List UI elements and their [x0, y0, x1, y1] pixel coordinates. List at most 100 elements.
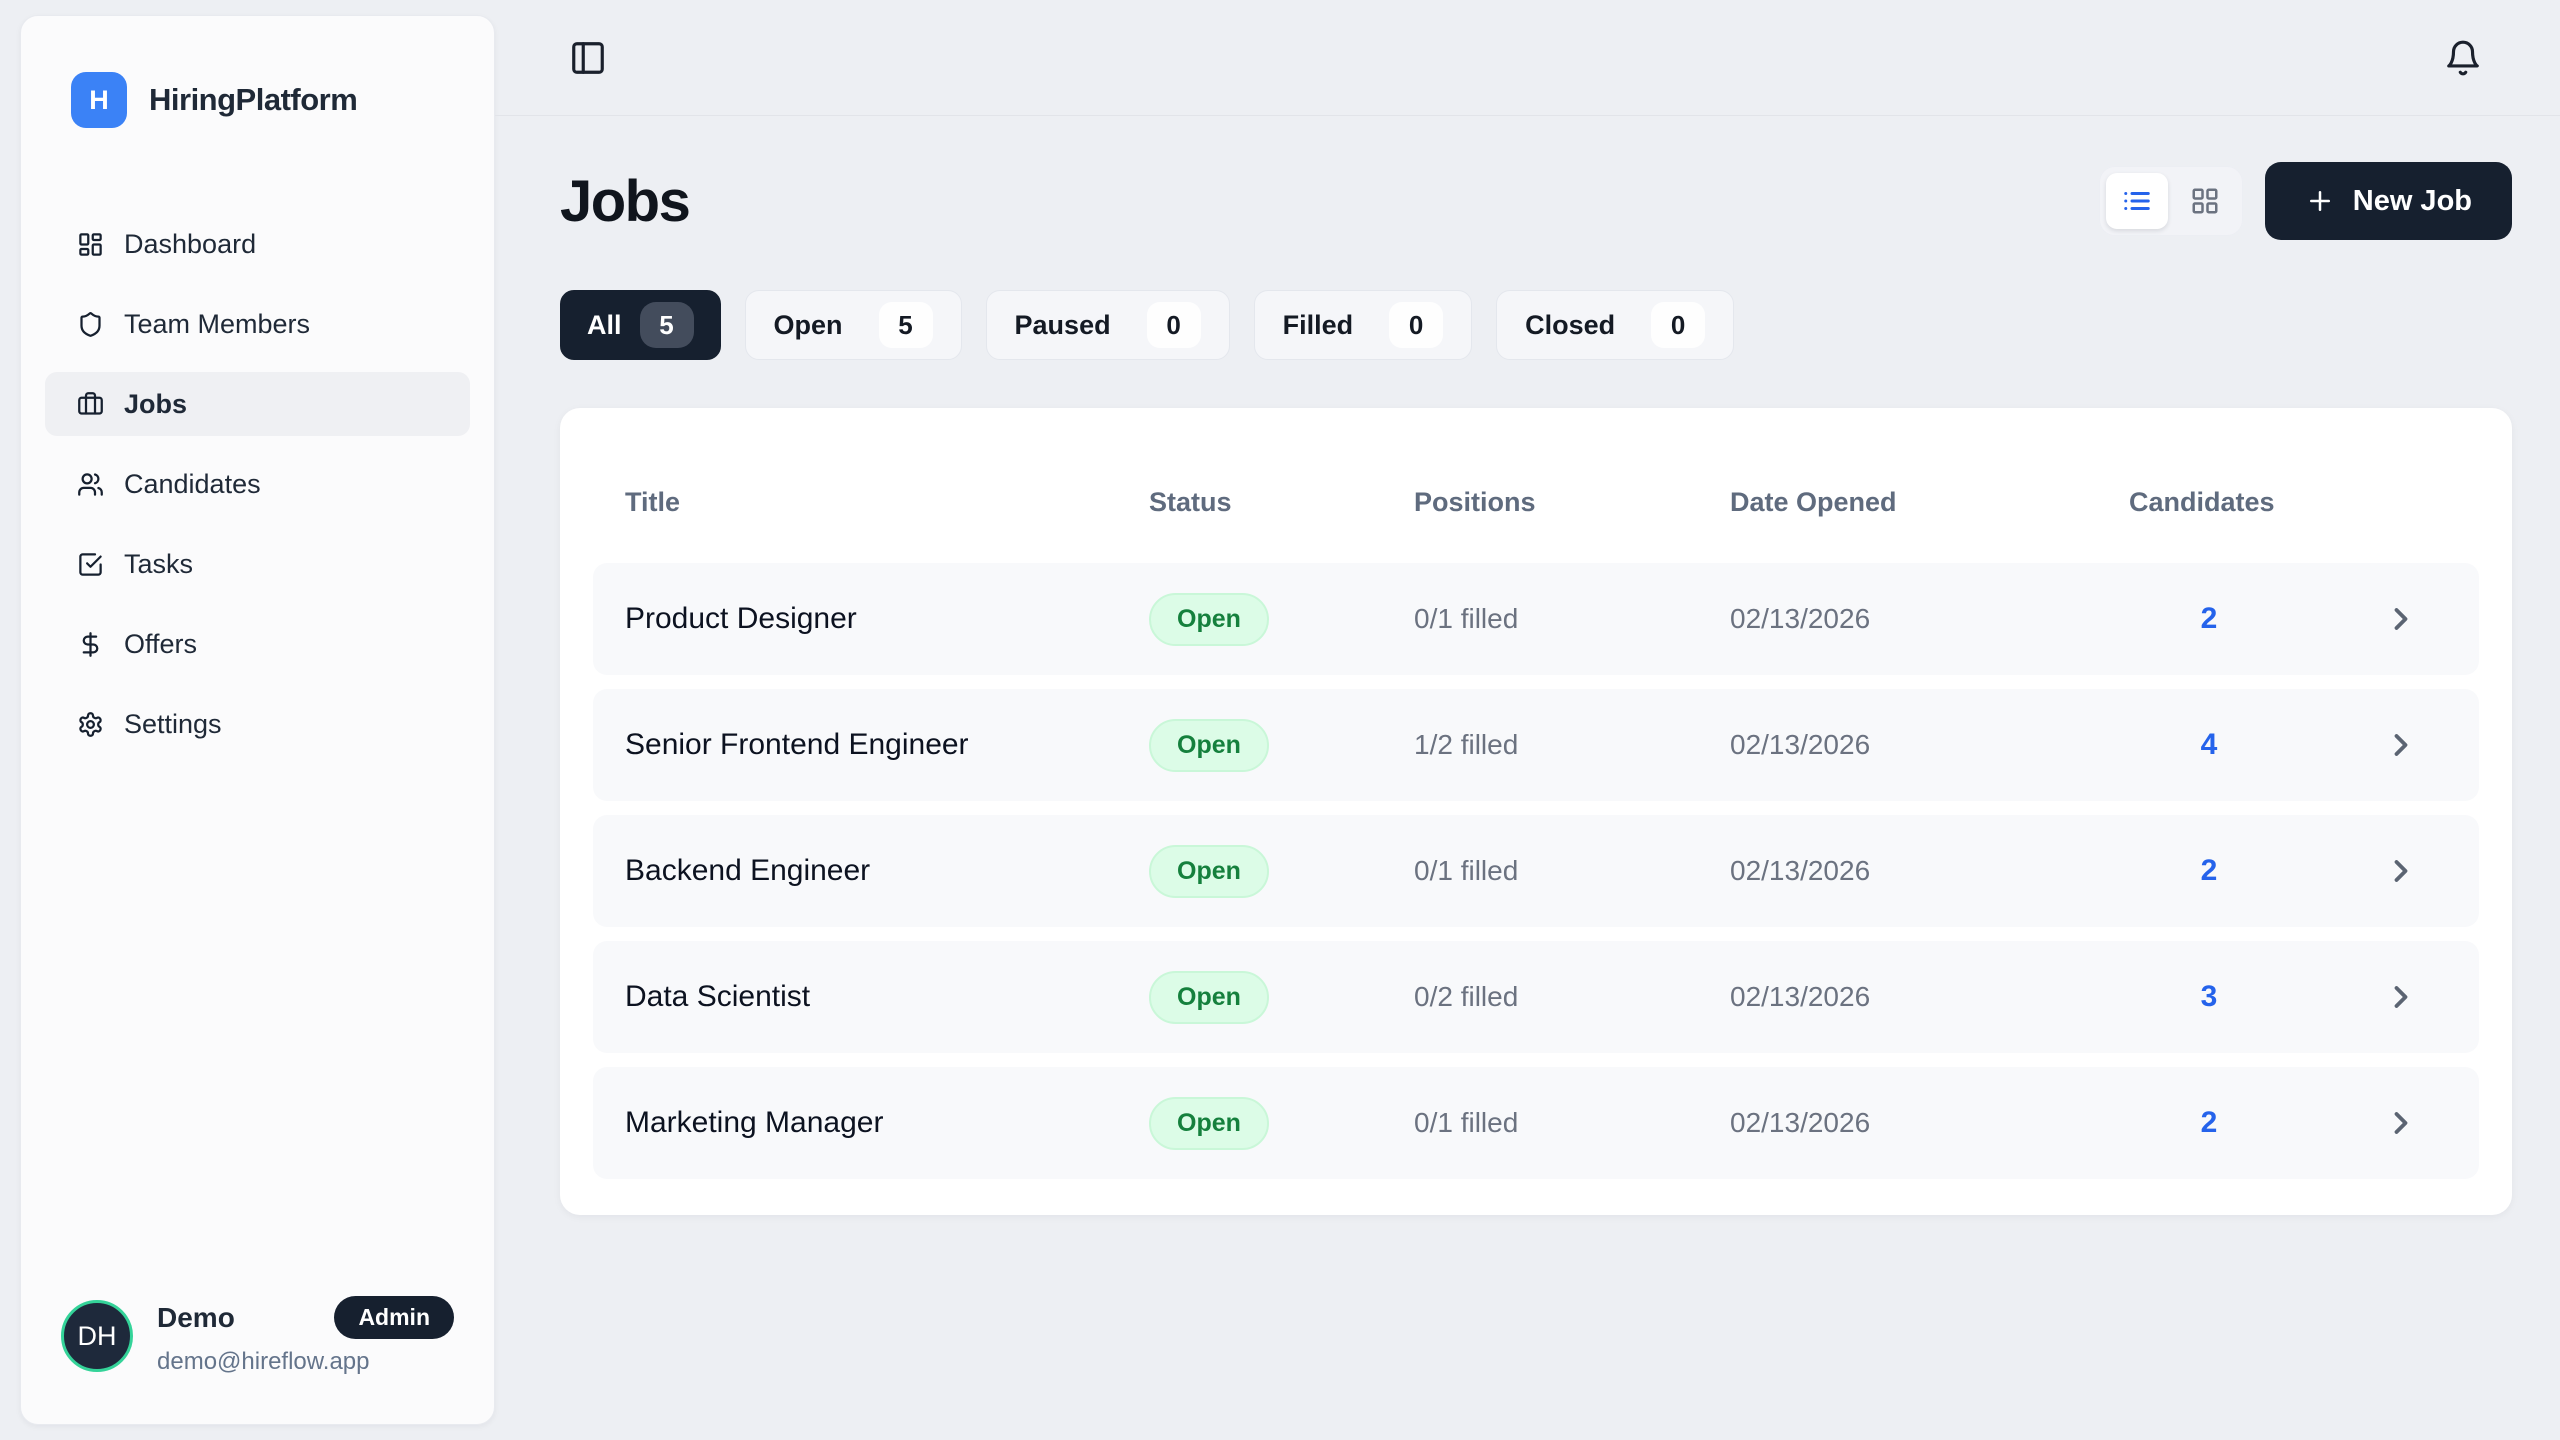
sidebar-item[interactable]: Jobs — [45, 372, 470, 436]
date-opened: 02/13/2026 — [1730, 1107, 2129, 1139]
new-job-button[interactable]: New Job — [2265, 162, 2512, 240]
list-view-icon — [2122, 186, 2152, 216]
sidebar-nav: Dashboard Team Members Jobs Candidates T… — [45, 212, 470, 772]
page-title: Jobs — [560, 168, 689, 235]
status-badge: Open — [1149, 971, 1269, 1024]
user-info: Demo Admin demo@hireflow.app — [157, 1296, 454, 1376]
positions-filled: 0/1 filled — [1414, 603, 1730, 635]
chevron-right-icon[interactable] — [2383, 1105, 2419, 1141]
filter-label: Filled — [1283, 310, 1354, 341]
main-area: Jobs New Job — [495, 0, 2560, 1440]
job-title: Product Designer — [625, 602, 1149, 636]
table-row[interactable]: Senior Frontend Engineer Open 1/2 filled… — [593, 689, 2479, 801]
filter-label: Open — [774, 310, 843, 341]
sidebar-item-label: Dashboard — [124, 229, 256, 260]
column-header: Date Opened — [1730, 487, 2129, 518]
column-header: Title — [625, 487, 1149, 518]
filter-count-badge: 5 — [879, 302, 933, 348]
dashboard-icon — [77, 231, 104, 258]
table-row[interactable]: Backend Engineer Open 0/1 filled 02/13/2… — [593, 815, 2479, 927]
view-toggle — [2099, 166, 2243, 236]
sidebar-item-label: Candidates — [124, 469, 261, 500]
job-title: Marketing Manager — [625, 1106, 1149, 1140]
candidates-count[interactable]: 2 — [2129, 854, 2289, 888]
candidates-count[interactable]: 3 — [2129, 980, 2289, 1014]
candidates-count[interactable]: 2 — [2129, 602, 2289, 636]
filter-button[interactable]: Open 5 — [745, 290, 962, 360]
job-title: Backend Engineer — [625, 854, 1149, 888]
filter-button[interactable]: All 5 — [560, 290, 721, 360]
header-controls: New Job — [2099, 162, 2512, 240]
brand: H HiringPlatform — [45, 72, 470, 128]
table-row[interactable]: Product Designer Open 0/1 filled 02/13/2… — [593, 563, 2479, 675]
column-header: Positions — [1414, 487, 1730, 518]
filter-count-badge: 0 — [1389, 302, 1443, 348]
chevron-right-icon[interactable] — [2383, 601, 2419, 637]
sidebar-item[interactable]: Candidates — [45, 452, 470, 516]
dollar-icon — [77, 631, 104, 658]
sidebar: H HiringPlatform Dashboard Team Members … — [20, 15, 495, 1425]
status-filters: All 5 Open 5 Paused 0 Filled 0 — [560, 290, 2512, 360]
topbar — [495, 0, 2560, 116]
user-name: Demo — [157, 1302, 235, 1334]
briefcase-icon — [77, 391, 104, 418]
sidebar-item[interactable]: Settings — [45, 692, 470, 756]
table-row[interactable]: Data Scientist Open 0/2 filled 02/13/202… — [593, 941, 2479, 1053]
jobs-table-card: Title Status Positions Date Opened Candi… — [560, 408, 2512, 1215]
chevron-right-icon[interactable] — [2383, 853, 2419, 889]
shield-icon — [77, 311, 104, 338]
sidebar-item[interactable]: Dashboard — [45, 212, 470, 276]
grid-view-icon — [2190, 186, 2220, 216]
positions-filled: 0/2 filled — [1414, 981, 1730, 1013]
filter-label: Closed — [1525, 310, 1615, 341]
status-badge: Open — [1149, 719, 1269, 772]
filter-button[interactable]: Filled 0 — [1254, 290, 1473, 360]
positions-filled: 0/1 filled — [1414, 1107, 1730, 1139]
brand-name: HiringPlatform — [149, 82, 357, 118]
sidebar-item-label: Team Members — [124, 309, 310, 340]
sidebar-item[interactable]: Offers — [45, 612, 470, 676]
filter-count-badge: 5 — [640, 302, 694, 348]
positions-filled: 0/1 filled — [1414, 855, 1730, 887]
sidebar-item-label: Settings — [124, 709, 222, 740]
check-square-icon — [77, 551, 104, 578]
panel-left-icon[interactable] — [569, 39, 607, 77]
sidebar-item[interactable]: Team Members — [45, 292, 470, 356]
view-toggle-segment[interactable] — [2174, 173, 2236, 229]
filter-button[interactable]: Paused 0 — [986, 290, 1230, 360]
filter-count-badge: 0 — [1651, 302, 1705, 348]
filter-label: All — [587, 310, 622, 341]
chevron-right-icon[interactable] — [2383, 727, 2419, 763]
date-opened: 02/13/2026 — [1730, 981, 2129, 1013]
positions-filled: 1/2 filled — [1414, 729, 1730, 761]
bell-icon[interactable] — [2444, 39, 2482, 77]
sidebar-item-label: Jobs — [124, 389, 187, 420]
status-badge: Open — [1149, 593, 1269, 646]
job-title: Data Scientist — [625, 980, 1149, 1014]
view-toggle-segment[interactable] — [2106, 173, 2168, 229]
new-job-label: New Job — [2353, 185, 2472, 218]
table-row[interactable]: Marketing Manager Open 0/1 filled 02/13/… — [593, 1067, 2479, 1179]
filter-label: Paused — [1015, 310, 1111, 341]
brand-logo-icon: H — [71, 72, 127, 128]
status-badge: Open — [1149, 1097, 1269, 1150]
filter-button[interactable]: Closed 0 — [1496, 290, 1734, 360]
filter-count-badge: 0 — [1147, 302, 1201, 348]
user-card[interactable]: DH Demo Admin demo@hireflow.app — [45, 1296, 470, 1376]
date-opened: 02/13/2026 — [1730, 603, 2129, 635]
date-opened: 02/13/2026 — [1730, 729, 2129, 761]
sidebar-item[interactable]: Tasks — [45, 532, 470, 596]
candidates-count[interactable]: 4 — [2129, 728, 2289, 762]
page-content: Jobs New Job — [495, 162, 2560, 1215]
users-icon — [77, 471, 104, 498]
role-badge: Admin — [334, 1296, 454, 1339]
table-body: Product Designer Open 0/1 filled 02/13/2… — [593, 563, 2479, 1179]
date-opened: 02/13/2026 — [1730, 855, 2129, 887]
job-title: Senior Frontend Engineer — [625, 728, 1149, 762]
sidebar-item-label: Tasks — [124, 549, 193, 580]
chevron-right-icon[interactable] — [2383, 979, 2419, 1015]
gear-icon — [77, 711, 104, 738]
candidates-count[interactable]: 2 — [2129, 1106, 2289, 1140]
sidebar-item-label: Offers — [124, 629, 197, 660]
avatar: DH — [61, 1300, 133, 1372]
